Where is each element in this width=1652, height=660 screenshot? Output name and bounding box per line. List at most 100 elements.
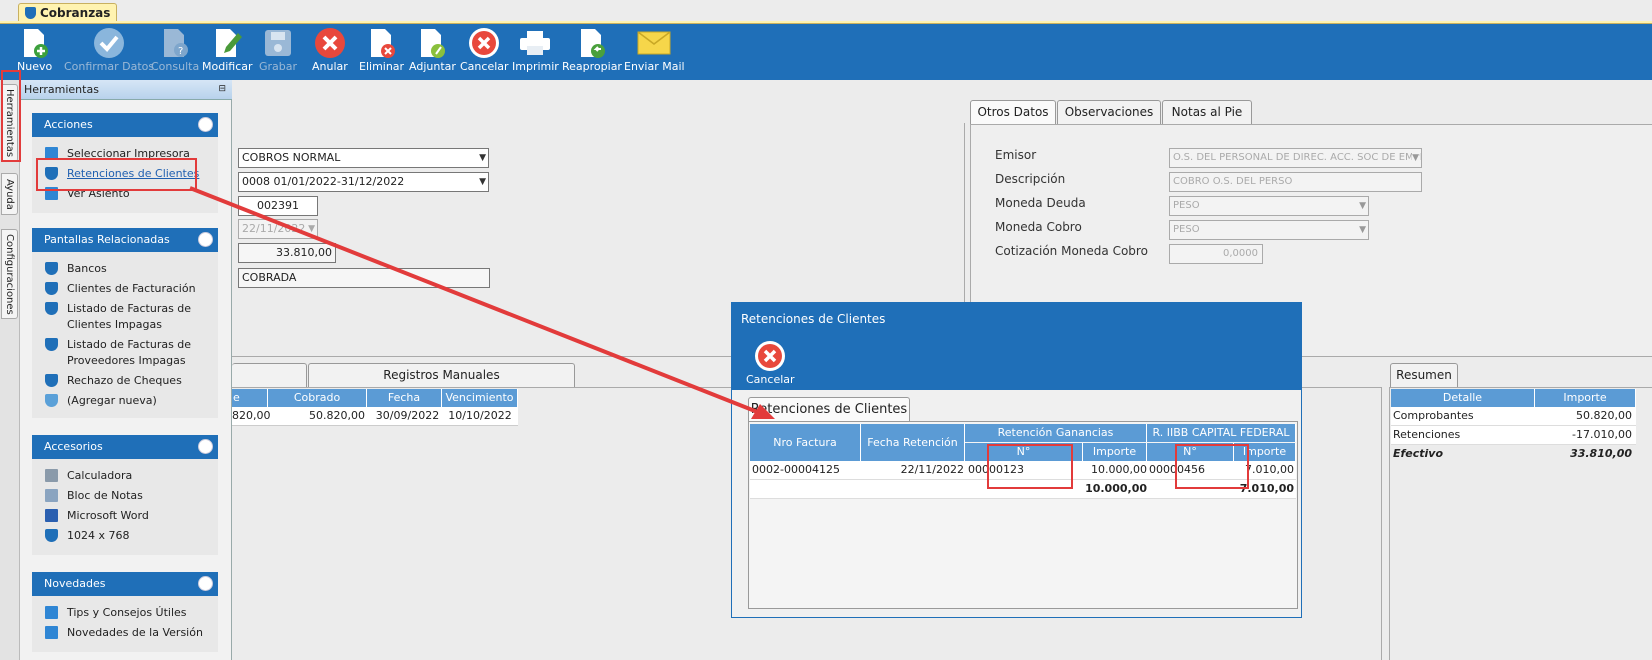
dlg-header-nro-factura[interactable]: Nro Factura [750,424,861,461]
resumen-importe: 50.820,00 [1576,409,1632,422]
collapse-icon[interactable] [198,439,213,454]
tool-bloc-notas[interactable]: Bloc de Notas [32,486,218,506]
eliminar-button[interactable]: Eliminar [359,26,404,73]
shield-add-icon [45,394,58,407]
tool-microsoft-word[interactable]: Microsoft Word [32,506,218,526]
modificar-button[interactable]: Modificar [202,26,253,73]
cotizacion-value: 0,0000 [1223,248,1258,259]
group-novedades-header[interactable]: Novedades [32,572,218,596]
moneda-cobro-select: PESO ▼ [1169,220,1369,240]
link-label: Proveedores Impagas [67,354,186,367]
moneda-deuda-value: PESO [1173,200,1200,211]
moneda-deuda-select: PESO ▼ [1169,196,1369,216]
collapse-icon[interactable] [198,232,213,247]
link-tips-consejos[interactable]: Tips y Consejos Útiles [32,603,218,623]
numero-value: 002391 [257,199,299,212]
dlg-cell-factura: 0002-00004125 [752,463,840,476]
enviar-mail-label: Enviar Mail [624,60,685,73]
grid-header[interactable]: e [232,389,268,407]
anular-button[interactable]: Anular [312,26,348,73]
tool-label: Calculadora [67,469,133,482]
group-accesorios-header[interactable]: Accesorios [32,435,218,459]
link-agregar-nueva[interactable]: (Agregar nueva) [32,391,218,411]
descripcion-field: COBRO O.S. DEL PERSO [1169,172,1422,192]
grid-header-cobrado[interactable]: Cobrado [268,389,367,407]
shield-icon [45,338,58,351]
reapropiar-button[interactable]: Reapropiar [562,26,622,73]
grid-header-fecha[interactable]: Fecha [367,389,442,407]
dialog-cancelar-button[interactable]: Cancelar [746,339,795,386]
dialog-tab-retenciones[interactable]: Retenciones de Clientes [748,397,910,421]
emisor-label: Emisor [995,148,1037,162]
new-document-icon [18,26,52,60]
link-facturas-clientes-impagas[interactable]: Listado de Facturas de Clientes Impagas [32,299,218,335]
shield-icon [45,529,58,542]
group-pantallas-header[interactable]: Pantallas Relacionadas [32,228,218,252]
link-facturas-proveedores-impagas[interactable]: Listado de Facturas de Proveedores Impaga… [32,335,218,371]
consulta-button[interactable]: ? Consulta [151,26,199,73]
tab-notas-pie[interactable]: Notas al Pie [1162,100,1252,124]
side-tab-ayuda[interactable]: Ayuda [1,173,18,215]
tab-previous[interactable] [232,363,307,387]
tab-otros-datos[interactable]: Otros Datos [970,100,1056,124]
resumen-detalle: Retenciones [1393,428,1461,441]
grid-cell-vencimiento: 10/10/2022 [448,409,512,422]
highlight-retenciones-action [36,158,197,191]
fecha-field: 22/11/2022 ▼ [238,219,318,239]
tab-registros-manuales[interactable]: Registros Manuales [308,363,575,387]
grabar-button[interactable]: Grabar [259,26,297,73]
window-tab-cobranzas[interactable]: Cobranzas [18,3,118,22]
link-rechazo-cheques[interactable]: Rechazo de Cheques [32,371,218,391]
dlg-header-gan-importe[interactable]: Importe [1083,443,1147,461]
link-novedades-version[interactable]: Novedades de la Versión [32,623,218,643]
highlight-iibb-nro [1175,444,1249,489]
tool-calculadora[interactable]: Calculadora [32,466,218,486]
collapse-icon[interactable] [198,117,213,132]
tab-label: Registros Manuales [383,368,500,382]
dropdown-arrow-icon: ▼ [1359,225,1366,235]
dlg-cell-fecha: 22/11/2022 [900,463,964,476]
estado-field: COBRADA [238,268,490,288]
tool-1024x768[interactable]: 1024 x 768 [32,526,218,546]
adjuntar-button[interactable]: Adjuntar [409,26,456,73]
tools-panel-header: Herramientas ⊟ [20,80,232,100]
imprimir-button[interactable]: Imprimir [512,26,559,73]
emisor-value: O.S. DEL PERSONAL DE DIREC. ACC. SOC DE … [1173,152,1421,163]
confirmar-datos-button[interactable]: Confirmar Datos [64,26,154,73]
cancelar-button[interactable]: Cancelar [460,26,509,73]
grid-header-vencimiento[interactable]: Vencimiento [442,389,518,407]
tipo-cobro-select[interactable]: COBROS NORMAL ▼ [238,148,489,168]
resumen-header-detalle[interactable]: Detalle [1391,389,1535,407]
dlg-header-iibb: R. IIBB CAPITAL FEDERAL [1147,424,1296,442]
cancel-circle-icon [753,339,787,373]
pin-icon[interactable]: ⊟ [218,80,226,99]
group-acciones-header[interactable]: Acciones [32,113,218,137]
numero-field[interactable]: 002391 [238,196,318,216]
side-tab-configuraciones[interactable]: Configuraciones [1,229,18,319]
tab-resumen[interactable]: Resumen [1390,363,1458,387]
collapse-icon[interactable] [198,576,213,591]
dropdown-arrow-icon: ▼ [1412,149,1419,167]
notepad-icon [45,489,58,502]
link-bancos[interactable]: Bancos [32,259,218,279]
highlight-herramientas-tab [1,70,21,162]
periodo-select[interactable]: 0008 01/01/2022-31/12/2022 ▼ [238,172,489,192]
confirmar-datos-label: Confirmar Datos [64,60,155,73]
printer-icon [518,26,552,60]
mail-envelope-icon [637,26,671,60]
shield-icon [45,262,58,275]
table-row: Comprobantes 50.820,00 [1391,407,1636,426]
moneda-cobro-label: Moneda Cobro [995,220,1082,234]
dlg-header-fecha-retencion[interactable]: Fecha Retención [861,424,965,461]
table-row[interactable]: 820,00 50.820,00 30/09/2022 10/10/2022 [232,407,518,426]
emisor-field: O.S. DEL PERSONAL DE DIREC. ACC. SOC DE … [1169,148,1422,168]
grabar-label: Grabar [259,60,298,73]
link-label: Listado de Facturas de [67,302,192,315]
tab-observaciones[interactable]: Observaciones [1057,100,1161,124]
nuevo-button[interactable]: Nuevo [17,26,52,73]
table-row: Retenciones -17.010,00 [1391,426,1636,445]
resumen-header-importe[interactable]: Importe [1535,389,1636,407]
enviar-mail-button[interactable]: Enviar Mail [624,26,685,73]
resumen-importe: -17.010,00 [1572,428,1632,441]
link-clientes-facturacion[interactable]: Clientes de Facturación [32,279,218,299]
